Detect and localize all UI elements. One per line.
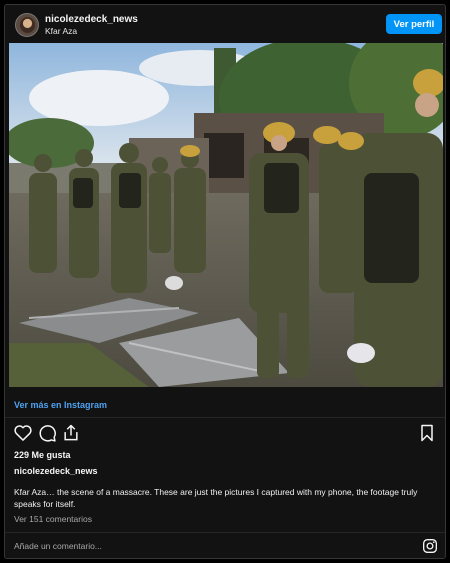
instagram-embed-card: nicolezedeck_news Kfar Aza Ver perfil Ve…: [4, 4, 446, 559]
avatar-image: [20, 17, 35, 33]
caption-text: Kfar Aza… the scene of a massacre. These…: [14, 487, 418, 509]
heart-icon[interactable]: [13, 423, 33, 443]
avatar[interactable]: [15, 13, 39, 37]
action-bar: [5, 423, 445, 447]
caption-username[interactable]: nicolezedeck_news: [14, 466, 98, 476]
view-comments-link[interactable]: Ver 151 comentarios: [14, 514, 92, 524]
view-more-bar: Ver más en Instagram: [5, 387, 445, 421]
divider: [5, 532, 445, 533]
post-username[interactable]: nicolezedeck_news: [45, 14, 138, 25]
view-profile-button[interactable]: Ver perfil: [386, 14, 442, 34]
post-photo[interactable]: [9, 43, 443, 387]
post-header: nicolezedeck_news Kfar Aza Ver perfil: [5, 5, 445, 43]
instagram-icon[interactable]: [422, 538, 438, 554]
comment-icon[interactable]: [37, 423, 57, 443]
likes-count[interactable]: 229 Me gusta: [14, 450, 71, 460]
comment-input[interactable]: [14, 541, 394, 551]
post-photo-image: [9, 43, 443, 387]
divider: [5, 417, 445, 418]
view-more-instagram-link[interactable]: Ver más en Instagram: [14, 400, 107, 410]
bookmark-icon[interactable]: [417, 423, 437, 443]
share-icon[interactable]: [61, 423, 81, 443]
post-location[interactable]: Kfar Aza: [45, 26, 77, 36]
